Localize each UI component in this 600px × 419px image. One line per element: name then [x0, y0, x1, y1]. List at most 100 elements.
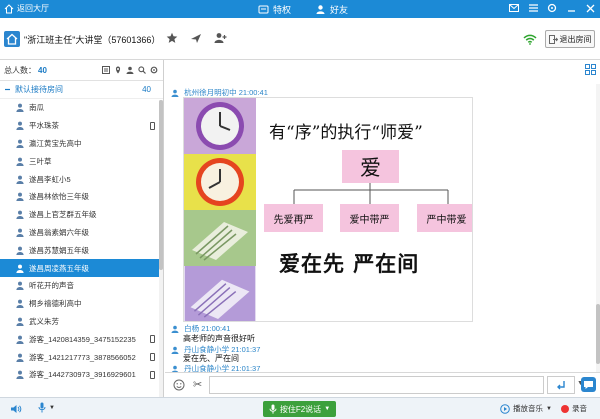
member-list-item[interactable]: 遂昌上官芝群五年级: [0, 206, 163, 224]
send-button[interactable]: [547, 376, 575, 394]
member-name: 三叶草: [29, 156, 52, 166]
play-music-button[interactable]: 播放音乐 ▼: [500, 403, 552, 414]
member-list-item[interactable]: 瀛江黄宝先高中: [0, 135, 163, 153]
member-count-header: 总人数： 40: [0, 60, 163, 81]
favorite-star-icon[interactable]: [165, 31, 179, 45]
tab-friends[interactable]: 好友: [315, 3, 348, 16]
member-name: 遂昌苏慧娟五年级: [29, 245, 89, 255]
user-icon[interactable]: [126, 66, 134, 74]
exit-icon: [548, 34, 558, 44]
list-view-icon[interactable]: [102, 66, 110, 74]
search-icon[interactable]: [138, 66, 146, 74]
slide-big-text: 爱在先 严在间: [279, 252, 420, 276]
member-name: 遂昌周凌燕五年级: [29, 263, 89, 273]
play-music-label: 播放音乐: [513, 404, 543, 413]
push-to-talk-label: 按住F2说话: [279, 404, 322, 414]
member-avatar-icon: [16, 299, 24, 309]
member-list-item[interactable]: 游客_1420814359_3475152235: [0, 330, 163, 348]
chat-message-input[interactable]: [209, 376, 544, 394]
room-header: "浙江班主任"大讲堂（57601366） 退出房间: [0, 18, 600, 60]
member-list-item[interactable]: 桐乡禧德利高中: [0, 295, 163, 313]
send-icon: [557, 381, 565, 390]
member-name: 瀛江黄宝先高中: [29, 138, 82, 148]
slide-title: 有“序”的执行“师爱”: [269, 123, 423, 143]
emoji-icon[interactable]: [173, 379, 185, 391]
scissors-icon[interactable]: ✂: [193, 378, 202, 391]
member-name: 桐乡禧德利高中: [29, 299, 82, 309]
record-label: 录音: [572, 404, 587, 413]
microphone-icon: [38, 402, 46, 413]
member-avatar-icon: [16, 370, 24, 380]
member-list-item[interactable]: 平水珠茶: [0, 117, 163, 135]
slide-box-1: 先爱再严: [264, 204, 323, 232]
title-bar: 返回大厅 特权 好友: [0, 0, 600, 18]
mobile-device-icon: [150, 370, 155, 379]
member-name: 游客_1421217773_3878566052: [29, 352, 136, 362]
collapse-icon: [5, 88, 10, 91]
chat-bubble-icon[interactable]: [581, 377, 596, 392]
member-list-item[interactable]: 遂昌周凌燕五年级: [0, 259, 163, 277]
message-sender: 白杨: [184, 324, 200, 333]
music-icon: [500, 403, 510, 414]
push-to-talk-button[interactable]: 按住F2说话 ▼: [263, 401, 336, 417]
member-name: 游客_1420814359_3475152235: [29, 334, 136, 344]
member-avatar-icon: [16, 246, 24, 255]
location-icon[interactable]: [114, 66, 122, 74]
grid-view-icon[interactable]: [585, 64, 596, 75]
room-title: "浙江班主任"大讲堂（57601366）: [24, 35, 161, 45]
menu-icon[interactable]: [527, 2, 539, 14]
plane-icon[interactable]: [189, 31, 203, 45]
mail-icon[interactable]: [508, 2, 520, 14]
settings-icon[interactable]: [546, 2, 558, 14]
member-list-item[interactable]: 游客_1421217773_3878566052: [0, 348, 163, 366]
member-list-item[interactable]: 遂昌林依怡三年级: [0, 188, 163, 206]
panel-settings-icon[interactable]: [150, 66, 158, 74]
member-total-label: 总人数：: [4, 65, 36, 75]
chat-scrollbar[interactable]: [596, 84, 600, 374]
chat-input-bar: ✂ ▼: [165, 372, 600, 397]
room-actions: [165, 31, 227, 45]
member-list-item[interactable]: 三叶草: [0, 152, 163, 170]
member-avatar-icon: [16, 264, 24, 273]
message-sender: 杭州徐月明初中: [184, 88, 237, 97]
group-label: 默认接待房间: [15, 85, 63, 94]
record-button[interactable]: 录音: [561, 403, 587, 414]
top-tabs: 特权 好友: [258, 3, 348, 16]
signal-icon: [523, 34, 537, 45]
member-list-item[interactable]: 遂昌苏慧娟五年级: [0, 241, 163, 259]
mobile-device-icon: [150, 121, 155, 130]
group-default-room[interactable]: 默认接待房间 40: [0, 81, 163, 99]
tab-privilege[interactable]: 特权: [258, 3, 291, 16]
home-icon: [4, 3, 14, 13]
member-name: 游客_1442730973_3916929601: [29, 370, 136, 380]
minimize-icon[interactable]: [565, 2, 577, 14]
member-list-scroll-thumb[interactable]: [159, 100, 163, 270]
member-list-item[interactable]: 游客_1442730973_3916929601: [0, 366, 163, 384]
member-list-item[interactable]: 遂昌李虹小5: [0, 170, 163, 188]
message-time: 21:00:41: [201, 324, 231, 333]
back-to-lobby-button[interactable]: 返回大厅: [4, 3, 49, 14]
speaker-icon[interactable]: [10, 403, 22, 415]
add-user-icon[interactable]: [213, 31, 227, 45]
member-name: 遂昌上官芝群五年级: [29, 210, 97, 220]
exit-room-button[interactable]: 退出房间: [545, 30, 595, 48]
slide-box-2: 爱中带严: [340, 204, 399, 232]
member-avatar-icon: [16, 353, 24, 362]
member-panel: 总人数： 40 默认接待房间 40 南瓜平水珠茶瀛江黄宝先高中 三叶草遂昌李虹小5…: [0, 60, 164, 397]
microphone-button[interactable]: ▼: [38, 402, 55, 413]
member-list-scrollbar[interactable]: [159, 100, 163, 397]
member-list-item[interactable]: 武义朱芳: [0, 313, 163, 331]
member-list-item[interactable]: 南瓜: [0, 99, 163, 117]
chat-scroll-thumb[interactable]: [596, 304, 600, 364]
member-list-item[interactable]: 听花开的声音: [0, 277, 163, 295]
member-list-item[interactable]: 遂昌翁素娟六年级: [0, 224, 163, 242]
member-avatar-icon: [16, 175, 24, 184]
member-name: 遂昌翁素娟六年级: [29, 227, 89, 237]
member-avatar-icon: [16, 228, 24, 237]
close-icon[interactable]: [584, 2, 596, 14]
tab-privilege-label: 特权: [273, 5, 292, 15]
member-avatar-icon: [16, 103, 24, 113]
member-name: 平水珠茶: [29, 121, 59, 131]
member-avatar-icon: [16, 281, 24, 291]
member-avatar-icon: [16, 335, 24, 344]
